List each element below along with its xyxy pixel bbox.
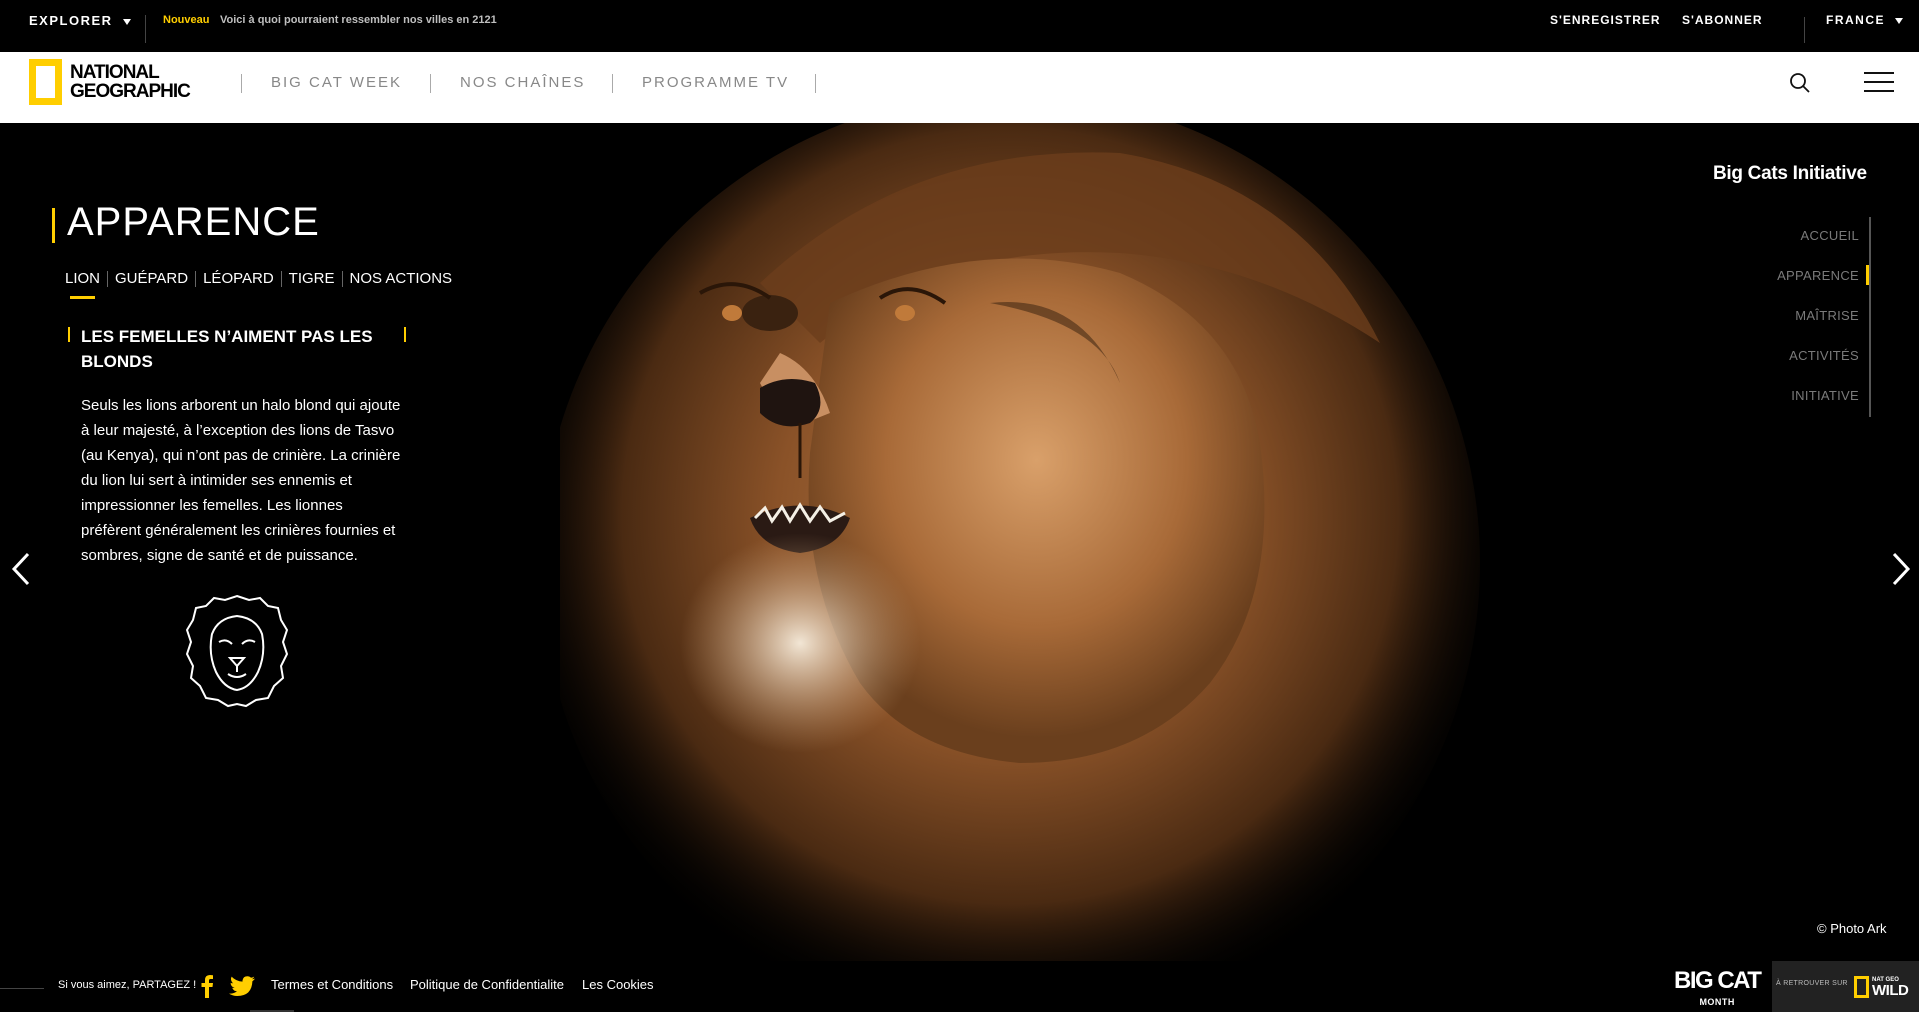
heading-accent-right bbox=[404, 327, 406, 342]
article-heading: LES FEMELLES N’AIMENT PAS LES BLONDS bbox=[81, 327, 373, 371]
divider bbox=[1804, 17, 1805, 43]
logo-line1: NATIONAL bbox=[70, 62, 160, 83]
wild-logo-wordmark: NAT GEO WILD bbox=[1872, 977, 1909, 999]
logo-line2: GEOGRAPHIC bbox=[70, 81, 191, 102]
country-selector[interactable]: FRANCE bbox=[1826, 13, 1903, 27]
tab-divider bbox=[195, 270, 197, 287]
share-label: Si vous aimez, PARTAGEZ ! bbox=[58, 979, 197, 991]
heading-accent-left bbox=[68, 327, 70, 342]
lion-photo bbox=[560, 123, 1480, 961]
side-nav-title: Big Cats Initiative bbox=[1713, 163, 1867, 184]
nav-divider bbox=[612, 74, 613, 93]
article-body: Seuls les lions arborent un halo blond q… bbox=[81, 397, 401, 564]
register-link[interactable]: S'ENREGISTRER bbox=[1550, 13, 1661, 27]
twitter-icon[interactable] bbox=[229, 976, 255, 997]
tab-guepard[interactable]: GUÉPARD bbox=[114, 270, 189, 287]
explore-label: EXPLORER bbox=[29, 13, 113, 28]
nav-item-big-cat-week[interactable]: BIG CAT WEEK bbox=[271, 74, 402, 91]
nav-divider bbox=[241, 74, 242, 93]
bigcat-logo-line1: BIG CAT bbox=[1674, 967, 1762, 994]
footer-link-confidentialite[interactable]: Politique de Confidentialite bbox=[410, 977, 564, 992]
divider bbox=[145, 15, 146, 43]
tab-tigre[interactable]: TIGRE bbox=[288, 270, 336, 287]
news-ticker-link[interactable]: Voici à quoi pourraient ressembler nos v… bbox=[220, 14, 497, 26]
logo-yellow-frame bbox=[29, 59, 62, 105]
footer-divider bbox=[0, 988, 44, 989]
tab-divider bbox=[341, 270, 343, 287]
bigcat-logo-line2: MONTH bbox=[1699, 997, 1735, 1007]
side-nav-item-apparence[interactable]: APPARENCE bbox=[1777, 268, 1859, 283]
subscribe-link[interactable]: S'ABONNER bbox=[1682, 13, 1763, 27]
natgeo-wild-logo: NAT GEO WILD bbox=[1854, 976, 1909, 999]
nav-divider bbox=[430, 74, 431, 93]
top-bar: EXPLORER Nouveau Voici à quoi pourraient… bbox=[0, 0, 1919, 52]
retrouver-label: À RETROUVER SUR bbox=[1776, 980, 1848, 987]
footer-link-cookies[interactable]: Les Cookies bbox=[582, 977, 654, 992]
footer-link-termes[interactable]: Termes et Conditions bbox=[271, 977, 393, 992]
tab-leopard[interactable]: LÉOPARD bbox=[202, 270, 275, 287]
tab-divider bbox=[280, 270, 282, 287]
explore-menu-button[interactable]: EXPLORER bbox=[29, 13, 131, 28]
logo-wordmark: NATIONAL GEOGRAPHIC bbox=[70, 62, 191, 102]
tab-nos-actions[interactable]: NOS ACTIONS bbox=[349, 270, 454, 287]
section-title: APPARENCE bbox=[67, 200, 320, 244]
side-nav-rail bbox=[1869, 217, 1871, 417]
nav-item-programme-tv[interactable]: PROGRAMME TV bbox=[642, 74, 789, 91]
facebook-icon[interactable] bbox=[200, 974, 214, 998]
chevron-down-icon bbox=[1895, 17, 1903, 24]
wild-logo-frame bbox=[1854, 976, 1869, 998]
photo-credit: © Photo Ark bbox=[1817, 921, 1887, 936]
section-title-accent bbox=[52, 208, 55, 243]
side-nav-item-maitrise[interactable]: MAÎTRISE bbox=[1795, 308, 1859, 323]
nav-divider bbox=[815, 74, 816, 93]
natgeo-logo[interactable]: NATIONAL GEOGRAPHIC bbox=[29, 59, 191, 105]
nav-item-nos-chaines[interactable]: NOS CHAÎNES bbox=[460, 74, 585, 91]
chevron-left-icon[interactable] bbox=[10, 552, 32, 586]
species-tabs: LION GUÉPARD LÉOPARD TIGRE NOS ACTIONS bbox=[64, 270, 454, 299]
lion-head-icon bbox=[186, 594, 288, 708]
search-icon[interactable] bbox=[1788, 71, 1812, 95]
country-label: FRANCE bbox=[1826, 13, 1885, 27]
wild-logo-label: WILD bbox=[1872, 982, 1909, 999]
chevron-down-icon bbox=[122, 18, 131, 25]
side-nav-item-activites[interactable]: ACTIVITÉS bbox=[1789, 348, 1859, 363]
big-cat-month-logo[interactable]: BIG CAT MONTH bbox=[1674, 967, 1762, 1012]
side-nav-item-initiative[interactable]: INITIATIVE bbox=[1791, 388, 1859, 403]
main-nav: NATIONAL GEOGRAPHIC BIG CAT WEEK NOS CHA… bbox=[0, 52, 1919, 123]
side-nav-item-accueil[interactable]: ACCUEIL bbox=[1801, 228, 1859, 243]
chevron-right-icon[interactable] bbox=[1890, 552, 1912, 586]
tab-lion[interactable]: LION bbox=[64, 270, 101, 299]
hamburger-menu-icon[interactable] bbox=[1864, 72, 1894, 94]
tab-divider bbox=[107, 270, 109, 287]
new-badge: Nouveau bbox=[163, 14, 210, 26]
